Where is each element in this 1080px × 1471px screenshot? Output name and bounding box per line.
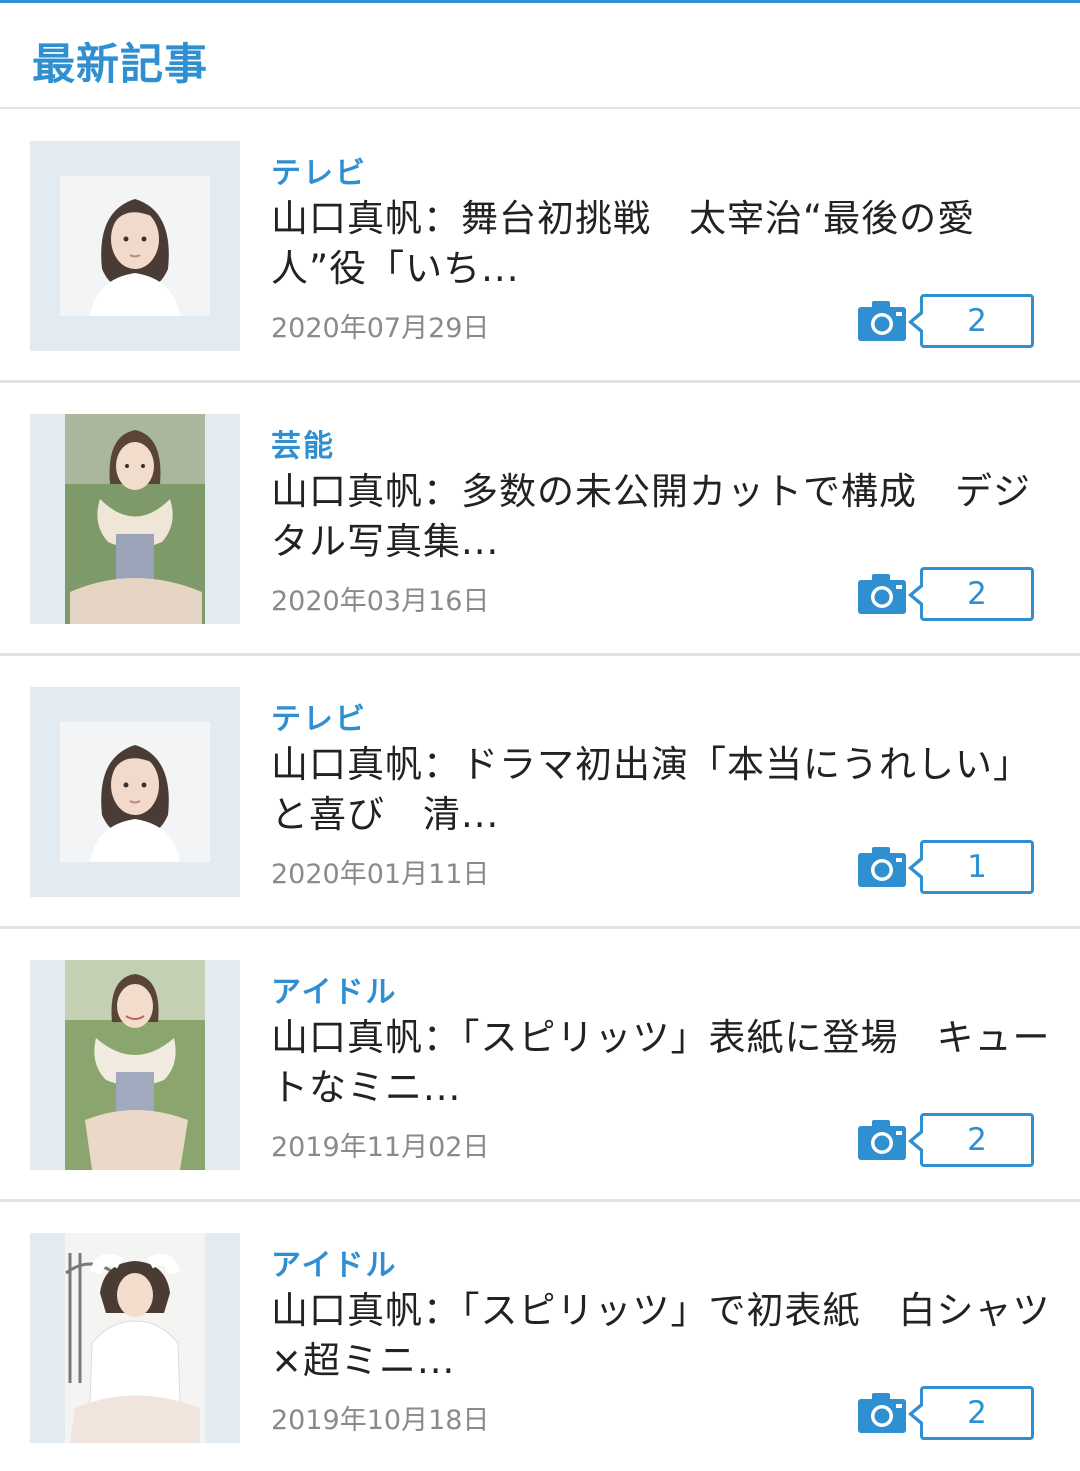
camera-icon (858, 847, 906, 887)
photo-count-badge[interactable]: 2 (858, 294, 1036, 348)
article-thumbnail[interactable] (30, 687, 240, 897)
camera-icon (858, 574, 906, 614)
article-category[interactable]: テレビ (271, 694, 367, 738)
outdoor-photo-icon (30, 414, 240, 624)
portrait-photo-icon (30, 141, 240, 351)
section-title: 最新記事 (32, 40, 208, 90)
portrait-photo-icon (30, 687, 240, 897)
article-title[interactable]: 山口真帆：「スピリッツ」表紙に登場 キュートなミニ... (271, 1013, 1051, 1113)
article-item[interactable]: テレビ 山口真帆：ドラマ初出演「本当にうれしい」と喜び 清... 2020年01… (0, 656, 1080, 929)
top-accent-bar (0, 0, 1080, 8)
photo-count: 2 (908, 1386, 1034, 1440)
article-item[interactable]: 芸能 山口真帆：多数の未公開カットで構成 デジタル写真集... 2020年03月… (0, 383, 1080, 656)
camera-icon (858, 1393, 906, 1433)
article-title[interactable]: 山口真帆：ドラマ初出演「本当にうれしい」と喜び 清... (271, 740, 1051, 840)
article-category[interactable]: アイドル (271, 967, 398, 1011)
section-header: 最新記事 (0, 8, 1080, 109)
article-item[interactable]: アイドル 山口真帆：「スピリッツ」表紙に登場 キュートなミニ... 2019年1… (0, 929, 1080, 1202)
photo-count-badge[interactable]: 1 (858, 840, 1036, 894)
photo-count: 2 (908, 567, 1034, 621)
photo-count-badge[interactable]: 2 (858, 1113, 1036, 1167)
article-item[interactable]: テレビ 山口真帆：舞台初挑戦 太宰治“最後の愛人”役「いち... 2020年07… (0, 110, 1080, 383)
article-date: 2020年07月29日 (271, 313, 490, 344)
photo-count: 2 (908, 1113, 1034, 1167)
article-date: 2019年10月18日 (271, 1405, 490, 1436)
article-category[interactable]: テレビ (271, 148, 367, 192)
photo-count: 2 (908, 294, 1034, 348)
article-thumbnail[interactable] (30, 414, 240, 624)
camera-icon (858, 301, 906, 341)
article-thumbnail[interactable] (30, 1233, 240, 1443)
photo-count: 1 (908, 840, 1034, 894)
article-title[interactable]: 山口真帆：多数の未公開カットで構成 デジタル写真集... (271, 467, 1051, 567)
article-date: 2020年01月11日 (271, 859, 490, 890)
article-title[interactable]: 山口真帆：「スピリッツ」で初表紙 白シャツ×超ミニ... (271, 1286, 1051, 1386)
article-category[interactable]: 芸能 (271, 421, 335, 465)
photo-count-badge[interactable]: 2 (858, 1386, 1036, 1440)
article-item[interactable]: アイドル 山口真帆：「スピリッツ」で初表紙 白シャツ×超ミニ... 2019年1… (0, 1202, 1080, 1471)
article-title[interactable]: 山口真帆：舞台初挑戦 太宰治“最後の愛人”役「いち... (271, 194, 1051, 294)
article-thumbnail[interactable] (30, 141, 240, 351)
outdoor-photo-icon (30, 960, 240, 1170)
article-date: 2020年03月16日 (271, 586, 490, 617)
article-thumbnail[interactable] (30, 960, 240, 1170)
bedroom-photo-icon (30, 1233, 240, 1443)
article-category[interactable]: アイドル (271, 1240, 398, 1284)
article-list: テレビ 山口真帆：舞台初挑戦 太宰治“最後の愛人”役「いち... 2020年07… (0, 110, 1080, 1471)
camera-icon (858, 1120, 906, 1160)
photo-count-badge[interactable]: 2 (858, 567, 1036, 621)
article-date: 2019年11月02日 (271, 1132, 490, 1163)
